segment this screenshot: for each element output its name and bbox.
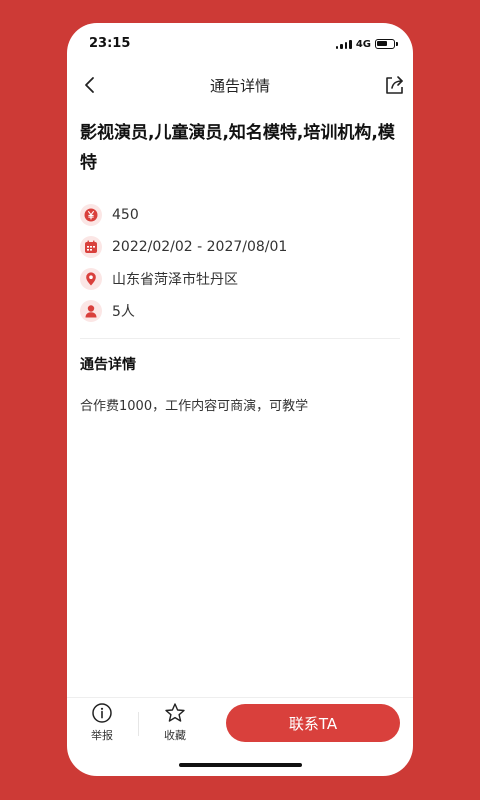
- calendar-icon: [80, 236, 102, 258]
- share-button[interactable]: [381, 72, 407, 98]
- action-separator: [138, 712, 139, 736]
- location-pin-icon: [80, 268, 102, 290]
- price-row: 450: [80, 199, 400, 231]
- status-indicators: 4G: [335, 38, 398, 50]
- share-icon: [386, 76, 403, 94]
- battery-icon: [375, 39, 398, 49]
- detail-section-body: 合作费1000，工作内容可商演，可教学: [80, 399, 309, 414]
- info-circle-icon: [92, 703, 112, 723]
- favorite-button[interactable]: 收藏: [150, 702, 200, 743]
- section-divider: [80, 338, 400, 339]
- star-outline-icon: [165, 703, 185, 722]
- headcount-value: 5人: [112, 304, 135, 320]
- price-value: 450: [112, 207, 139, 223]
- nav-bar: 通告详情: [67, 68, 413, 102]
- notice-info-list: 450 2022/02/02 - 2027/08/01 山东省菏泽市牡丹区 5人: [80, 199, 400, 327]
- notice-headline: 影视演员,儿童演员,知名模特,培训机构,模特: [80, 123, 395, 173]
- status-bar: 23:15 4G: [67, 23, 413, 65]
- date-row: 2022/02/02 - 2027/08/01: [80, 231, 400, 263]
- status-time: 23:15: [89, 36, 131, 51]
- favorite-label: 收藏: [164, 729, 186, 742]
- home-indicator: [179, 763, 302, 767]
- report-button[interactable]: 举报: [77, 702, 127, 743]
- detail-section-title: 通告详情: [80, 357, 136, 373]
- person-icon: [80, 300, 102, 322]
- contact-button[interactable]: 联系TA: [226, 704, 400, 742]
- phone-screen: 23:15 4G 通告详情 影视演员,儿童演员,知名模特,培训机构,模特 450…: [67, 23, 413, 776]
- location-value: 山东省菏泽市牡丹区: [112, 272, 238, 288]
- report-label: 举报: [91, 729, 113, 742]
- page-title: 通告详情: [209, 77, 270, 95]
- date-range-value: 2022/02/02 - 2027/08/01: [112, 239, 288, 255]
- headcount-row: 5人: [80, 295, 400, 327]
- location-row: 山东省菏泽市牡丹区: [80, 263, 400, 295]
- yen-icon: [80, 204, 102, 226]
- network-type: 4G: [355, 38, 371, 50]
- signal-icon: [335, 39, 352, 49]
